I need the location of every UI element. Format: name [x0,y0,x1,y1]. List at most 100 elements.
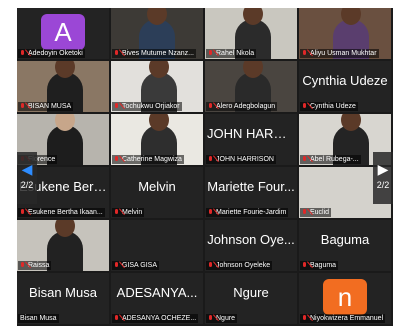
gallery-view: A Adedoyin Oketoki Bives Mutume Nzanz...… [17,8,393,326]
participant-tile[interactable]: Raissa [17,220,109,271]
participant-tile[interactable]: ADESANYA... ADESANYA OCHEZE... [111,273,203,324]
participant-name: Bives Mutume Nzanz... [112,49,196,58]
muted-mic-icon [114,209,120,216]
participant-name-text: ADESANYA OCHEZE... [122,315,197,322]
muted-mic-icon [302,315,308,322]
participant-name-text: Alero Adegbolagun [216,103,276,110]
participant-tile[interactable]: GISA GISA [111,220,203,271]
participant-tile[interactable]: Bisan Musa Bisan Musa [17,273,109,324]
participant-display-name: JOHN HARRI... [207,126,297,141]
participant-name: Raissa [18,261,52,270]
participant-name: Johnson Oyeleke [206,261,273,270]
muted-mic-icon [114,156,120,163]
participant-tile[interactable]: Catherine Magwiza [111,114,203,165]
participant-name: Rahel Nkola [206,49,257,58]
participant-tile[interactable]: BISAN MUSA [17,61,109,112]
muted-mic-icon [20,103,26,110]
participant-name: Tochukwu Orjiakor [112,102,182,111]
participant-tile[interactable]: Rahel Nkola [205,8,297,59]
participant-tile[interactable]: Tochukwu Orjiakor [111,61,203,112]
participant-name-text: Mariette Fourie-Jardim [216,209,287,216]
previous-page-button[interactable]: ◀ 2/2 [17,152,37,204]
participant-name: Melvin [112,208,145,217]
participant-display-name: Mariette Four... [207,179,295,194]
participant-display-name: ADESANYA... [116,285,198,300]
participant-name-text: GISA GISA [122,262,158,269]
participant-tile[interactable]: Bives Mutume Nzanz... [111,8,203,59]
participant-name-text: Esukene Bertha Ikaan... [28,209,103,216]
participant-name: Bisan Musa [18,314,59,323]
participant-name: Esukene Bertha Ikaan... [18,208,105,217]
muted-mic-icon [114,262,120,269]
participant-name-text: Bives Mutume Nzanz... [122,50,194,57]
muted-mic-icon [208,156,214,163]
participant-name-text: Cynthia Udeze [310,103,356,110]
participant-name: Euclid [300,208,332,217]
muted-mic-icon [114,103,120,110]
muted-mic-icon [114,50,120,57]
participant-tile[interactable]: JOHN HARRI... JOHN HARRISON [205,114,297,165]
participant-name: Abel Rubega-... [300,155,361,164]
muted-mic-icon [20,262,26,269]
participant-name-text: Melvin [122,209,143,216]
avatar: n [323,279,367,315]
participant-name-text: Johnson Oyeleke [216,262,271,269]
participant-name-text: Ngure [216,315,236,322]
participant-name-text: Raissa [28,262,50,269]
participant-display-name: Melvin [138,179,176,194]
participant-name: Adedoyin Oketoki [18,49,85,58]
participant-name: GISA GISA [112,261,160,270]
muted-mic-icon [208,103,214,110]
participant-name: ADESANYA OCHEZE... [112,314,199,323]
muted-mic-icon [302,262,308,269]
participant-name-text: Aliyu Usman Mukhtar [310,50,377,57]
participant-name: JOHN HARRISON [206,155,276,164]
participant-tile[interactable]: Johnson Oye... Johnson Oyeleke [205,220,297,271]
avatar: A [41,14,85,50]
participant-name-text: Niyokwizera Emmanuel [310,315,384,322]
video-feed [47,220,83,271]
participant-tile[interactable]: n Niyokwizera Emmanuel [299,273,391,324]
participant-name: BISAN MUSA [18,102,74,111]
participant-display-name: Ngure [233,285,269,300]
next-page-button[interactable]: ▶ 2/2 [373,152,393,204]
participant-tile[interactable]: A Adedoyin Oketoki [17,8,109,59]
muted-mic-icon [208,315,214,322]
participant-display-name: Cynthia Udeze [302,73,388,88]
muted-mic-icon [20,50,26,57]
muted-mic-icon [302,50,308,57]
page-indicator: 2/2 [20,180,34,190]
chevron-left-icon: ◀ [21,161,33,177]
participant-name-text: Bisan Musa [20,315,57,322]
participant-name: Catherine Magwiza [112,155,184,164]
participant-name-text: Baguma [310,262,337,269]
muted-mic-icon [20,209,26,216]
participant-name-text: Catherine Magwiza [122,156,182,163]
participant-display-name: Baguma [320,232,370,247]
page-indicator: 2/2 [376,180,390,190]
participant-name-text: Euclid [310,209,330,216]
participant-name: Mariette Fourie-Jardim [206,208,289,217]
participant-name-text: JOHN HARRISON [216,156,274,163]
participant-display-name: Bisan Musa [29,285,97,300]
participant-tile[interactable]: Melvin Melvin [111,167,203,218]
participant-name-text: BISAN MUSA [28,103,72,110]
participant-name: Baguma [300,261,339,270]
participant-name-text: Rahel Nkola [216,50,255,57]
muted-mic-icon [114,315,120,322]
participant-tile[interactable]: Aliyu Usman Mukhtar [299,8,391,59]
participant-tile[interactable]: Ngure Ngure [205,273,297,324]
participant-name-text: Tochukwu Orjiakor [122,103,180,110]
participant-name: Alero Adegbolagun [206,102,278,111]
participant-name-text: Adedoyin Oketoki [28,50,83,57]
participant-tile[interactable]: Mariette Four... Mariette Fourie-Jardim [205,167,297,218]
participant-name-text: Abel Rubega-... [310,156,359,163]
muted-mic-icon [302,156,308,163]
participant-name: Ngure [206,314,238,323]
participant-tile[interactable]: Baguma Baguma [299,220,391,271]
participant-tile[interactable]: Cynthia Udeze Cynthia Udeze [299,61,391,112]
participant-name: Aliyu Usman Mukhtar [300,49,379,58]
participant-tile[interactable]: Alero Adegbolagun [205,61,297,112]
participant-name: Cynthia Udeze [300,102,358,111]
chevron-right-icon: ▶ [377,161,389,177]
